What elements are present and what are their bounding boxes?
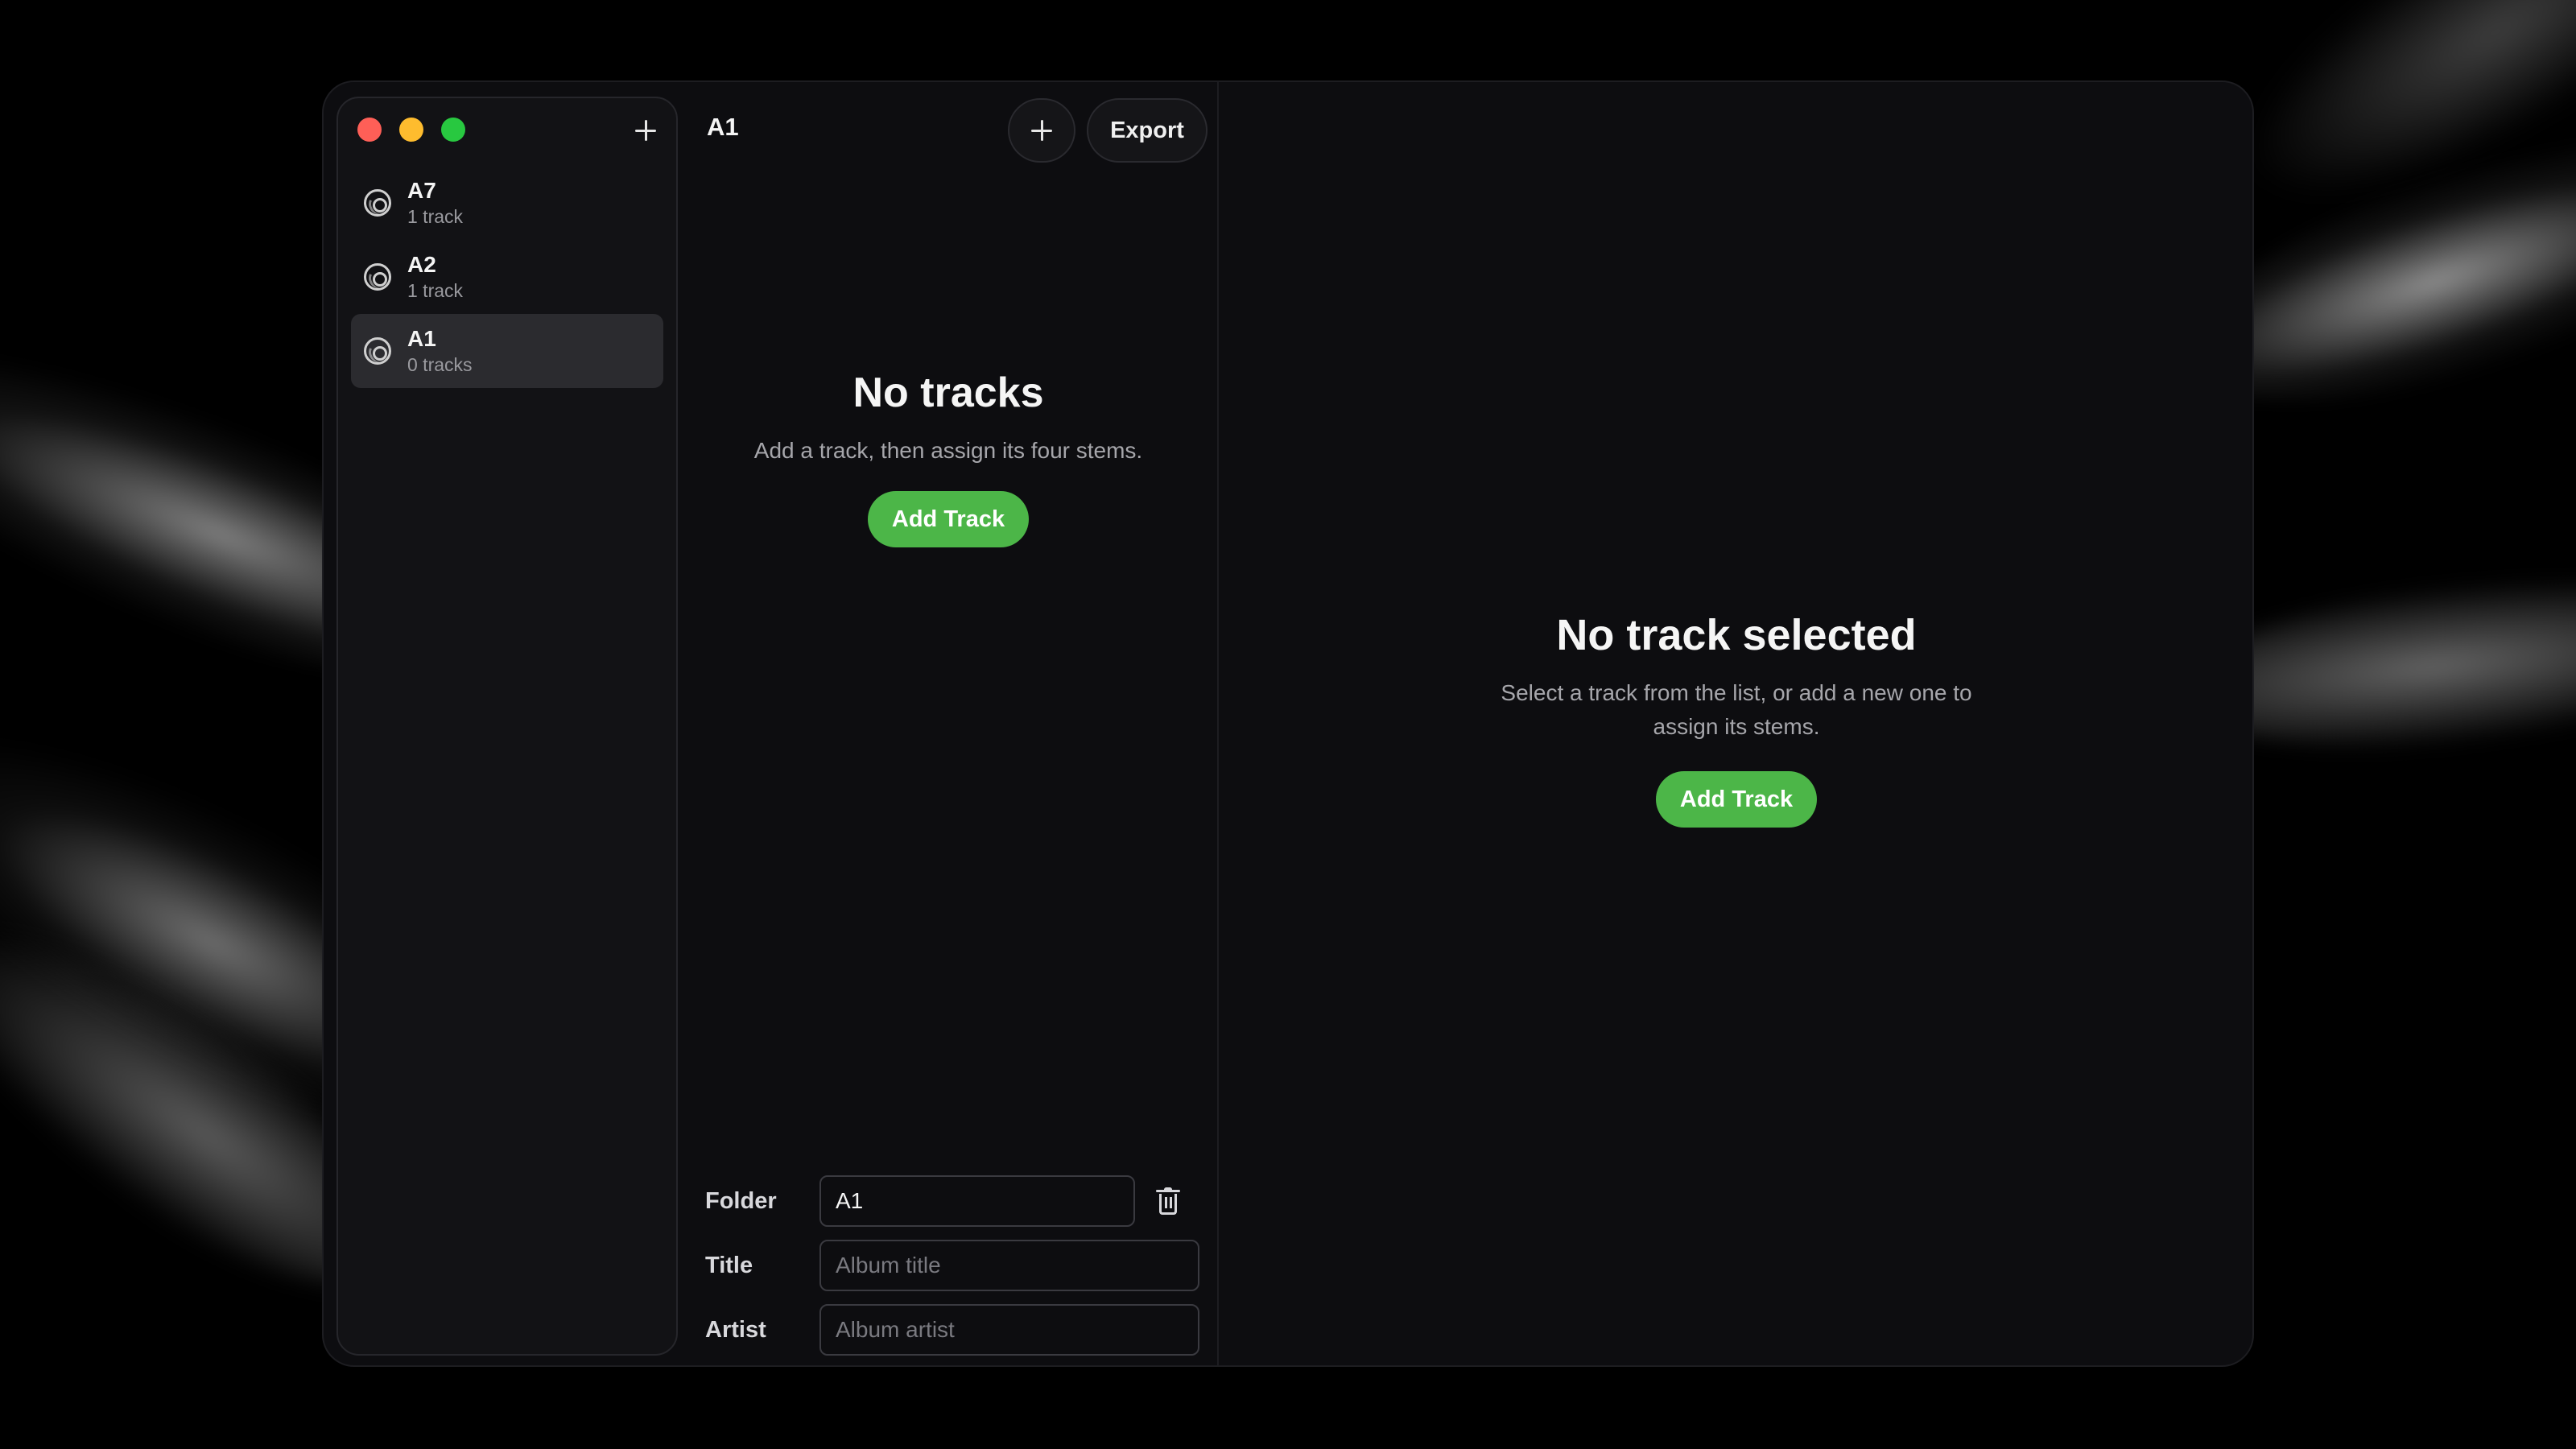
window-controls <box>357 118 465 142</box>
sidebar: A7 1 track A2 1 track A1 0 tracks <box>336 97 678 1356</box>
track-list-pane: A1 Export No tracks Add a track, then as… <box>678 82 1219 1365</box>
zoom-window-button[interactable] <box>441 118 465 142</box>
album-title-input[interactable] <box>819 1240 1199 1291</box>
no-track-selected-state: No track selected Select a track from th… <box>1219 610 2252 828</box>
folder-name-row: Folder <box>705 1175 1180 1227</box>
track-detail-pane: No track selected Select a track from th… <box>1219 82 2252 1365</box>
export-button[interactable]: Export <box>1087 98 1208 163</box>
empty-tracks-subtitle: Add a track, then assign its four stems. <box>753 438 1143 463</box>
album-artist-row: Artist <box>705 1304 1199 1356</box>
disc-icon <box>364 263 391 291</box>
disc-icon <box>364 189 391 217</box>
empty-tracks-title: No tracks <box>852 369 1044 416</box>
album-artist-input[interactable] <box>819 1304 1199 1356</box>
folder-item-a7[interactable]: A7 1 track <box>351 166 663 240</box>
background-swoosh <box>2202 0 2576 257</box>
folder-name: A1 <box>407 326 436 351</box>
minimize-window-button[interactable] <box>399 118 423 142</box>
app-window: A7 1 track A2 1 track A1 0 tracks A1 Exp… <box>322 80 2254 1367</box>
folder-item-a2[interactable]: A2 1 track <box>351 240 663 314</box>
plus-icon <box>1031 120 1052 141</box>
add-folder-button[interactable] <box>630 114 662 147</box>
folder-item-a1[interactable]: A1 0 tracks <box>351 314 663 388</box>
folder-track-count: 1 track <box>407 206 464 227</box>
trash-icon[interactable] <box>1156 1187 1180 1215</box>
folder-name-input[interactable] <box>819 1175 1135 1227</box>
no-track-title: No track selected <box>1556 611 1917 659</box>
no-track-subtitle: Select a track from the list, or add a n… <box>1501 680 1972 739</box>
close-window-button[interactable] <box>357 118 382 142</box>
disc-icon <box>364 337 391 365</box>
album-title-row: Title <box>705 1240 1199 1291</box>
add-track-button[interactable]: Add Track <box>1655 771 1818 828</box>
folder-title: A1 <box>707 113 739 141</box>
title-label: Title <box>705 1252 753 1278</box>
folder-track-count: 1 track <box>407 280 464 301</box>
add-track-button[interactable]: Add Track <box>867 491 1030 547</box>
folder-list: A7 1 track A2 1 track A1 0 tracks <box>351 166 663 388</box>
folder-label: Folder <box>705 1187 777 1214</box>
folder-name: A2 <box>407 252 436 277</box>
artist-label: Artist <box>705 1316 766 1343</box>
empty-tracks-state: No tracks Add a track, then assign its f… <box>678 369 1219 547</box>
add-track-icon-button[interactable] <box>1008 98 1075 163</box>
folder-name: A7 <box>407 178 436 203</box>
plus-icon <box>635 120 656 141</box>
folder-track-count: 0 tracks <box>407 354 473 375</box>
